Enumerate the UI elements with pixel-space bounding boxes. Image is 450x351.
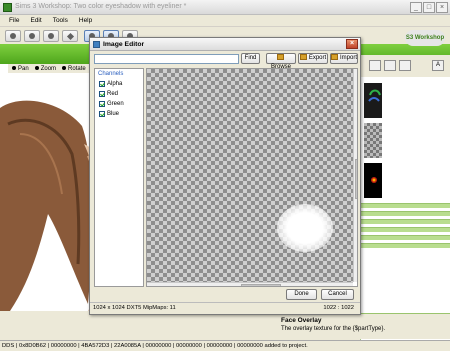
description-text: The overlay texture for the {$partType}. <box>281 326 386 332</box>
red-checkbox[interactable] <box>99 90 105 97</box>
letter-a-button[interactable]: A <box>432 60 444 71</box>
blue-label: Blue <box>107 110 120 117</box>
circle-icon <box>48 33 54 39</box>
property-row[interactable] <box>361 211 450 216</box>
description-title: Face Overlay <box>281 317 322 324</box>
transparency-checkerboard <box>147 69 353 282</box>
status-bar: DDS | 0x8D0B62 | 00000000 | 4BA572D3 | 2… <box>0 340 450 351</box>
property-row[interactable] <box>361 227 450 232</box>
image-editor-dialog: Image Editor × Find Browse Export Import… <box>89 37 361 315</box>
image-canvas[interactable] <box>146 68 358 287</box>
horizontal-scroll-thumb[interactable] <box>241 284 281 286</box>
toolbar-button-4[interactable] <box>62 30 78 42</box>
app-title-bar: Sims 3 Workshop: Two color eyeshadow wit… <box>0 0 450 15</box>
property-row[interactable] <box>361 203 450 208</box>
horizontal-scrollbar[interactable] <box>147 282 353 286</box>
property-row[interactable] <box>361 243 450 248</box>
circle-icon <box>29 33 35 39</box>
channel-green[interactable]: Green <box>99 99 124 108</box>
alpha-checkbox[interactable] <box>99 80 105 87</box>
dialog-title: Image Editor <box>103 41 145 48</box>
image-format-info: 1024 x 1024 DXT5 MipMaps: 11 <box>93 305 176 311</box>
green-checkbox[interactable] <box>99 100 105 107</box>
channel-blue[interactable]: Blue <box>99 109 119 118</box>
export-button[interactable]: Export <box>298 53 328 64</box>
image-editor-icon <box>93 41 100 48</box>
workshop-logo: S3 Workshop <box>405 30 445 46</box>
property-row[interactable] <box>361 219 450 224</box>
toolbar-button-2[interactable] <box>24 30 40 42</box>
dialog-close-button[interactable]: × <box>346 39 358 49</box>
channel-red[interactable]: Red <box>99 89 118 98</box>
dialog-status: 1024 x 1024 DXT5 MipMaps: 11 1022 : 1022 <box>90 302 360 314</box>
properties-toolbar: A <box>361 55 450 77</box>
texture-highlight <box>277 204 333 252</box>
dialog-title-bar: Image Editor × <box>90 38 360 51</box>
minimize-button[interactable]: _ <box>410 2 422 13</box>
import-button[interactable]: Import <box>330 53 358 64</box>
find-button[interactable]: Find <box>241 53 260 64</box>
vertical-scrollbar[interactable] <box>353 69 357 282</box>
circle-icon <box>10 33 16 39</box>
panel-button-1[interactable] <box>369 60 381 71</box>
toolbar-button-3[interactable] <box>43 30 59 42</box>
done-button[interactable]: Done <box>286 289 317 300</box>
property-description: Face Overlay The overlay texture for the… <box>277 313 450 339</box>
app-icon <box>3 3 12 12</box>
vertical-scroll-thumb[interactable] <box>355 159 357 199</box>
menu-file[interactable]: File <box>9 17 19 24</box>
maximize-button[interactable]: □ <box>423 2 435 13</box>
menu-tools[interactable]: Tools <box>53 17 68 24</box>
alpha-label: Alpha <box>107 80 123 87</box>
save-icon[interactable] <box>399 60 411 71</box>
browse-button[interactable]: Browse <box>266 53 296 70</box>
channels-panel: Channels Alpha Red Green Blue <box>94 68 144 287</box>
texture-thumbnail-3[interactable] <box>364 163 382 198</box>
red-label: Red <box>107 90 119 97</box>
menu-bar: File Edit Tools Help <box>0 15 450 27</box>
export-icon <box>299 54 307 61</box>
toolbar-button-1[interactable] <box>5 30 21 42</box>
channel-alpha[interactable]: Alpha <box>99 79 122 88</box>
texture-thumbnail-1[interactable] <box>364 83 382 118</box>
texture-thumbnail-2[interactable] <box>364 123 382 158</box>
menu-help[interactable]: Help <box>79 17 92 24</box>
green-label: Green <box>107 100 124 107</box>
texture-preview <box>371 177 377 183</box>
panel-button-2[interactable] <box>384 60 396 71</box>
app-title: Sims 3 Workshop: Two color eyeshadow wit… <box>15 3 187 10</box>
blue-checkbox[interactable] <box>99 110 105 117</box>
menu-edit[interactable]: Edit <box>30 17 41 24</box>
channels-header: Channels <box>98 71 124 77</box>
diamond-icon <box>66 32 74 40</box>
import-label: Import <box>340 55 358 61</box>
cursor-position: 1022 : 1022 <box>323 305 354 311</box>
import-icon <box>331 54 338 61</box>
texture-preview <box>368 89 381 102</box>
export-label: Export <box>308 55 327 61</box>
properties-panel: A <box>360 55 450 340</box>
property-row[interactable] <box>361 235 450 240</box>
folder-icon <box>276 54 284 61</box>
close-button[interactable]: × <box>436 2 448 13</box>
cancel-button[interactable]: Cancel <box>321 289 354 300</box>
texture-path-input[interactable] <box>94 54 239 64</box>
window-controls: _ □ × <box>410 2 448 13</box>
